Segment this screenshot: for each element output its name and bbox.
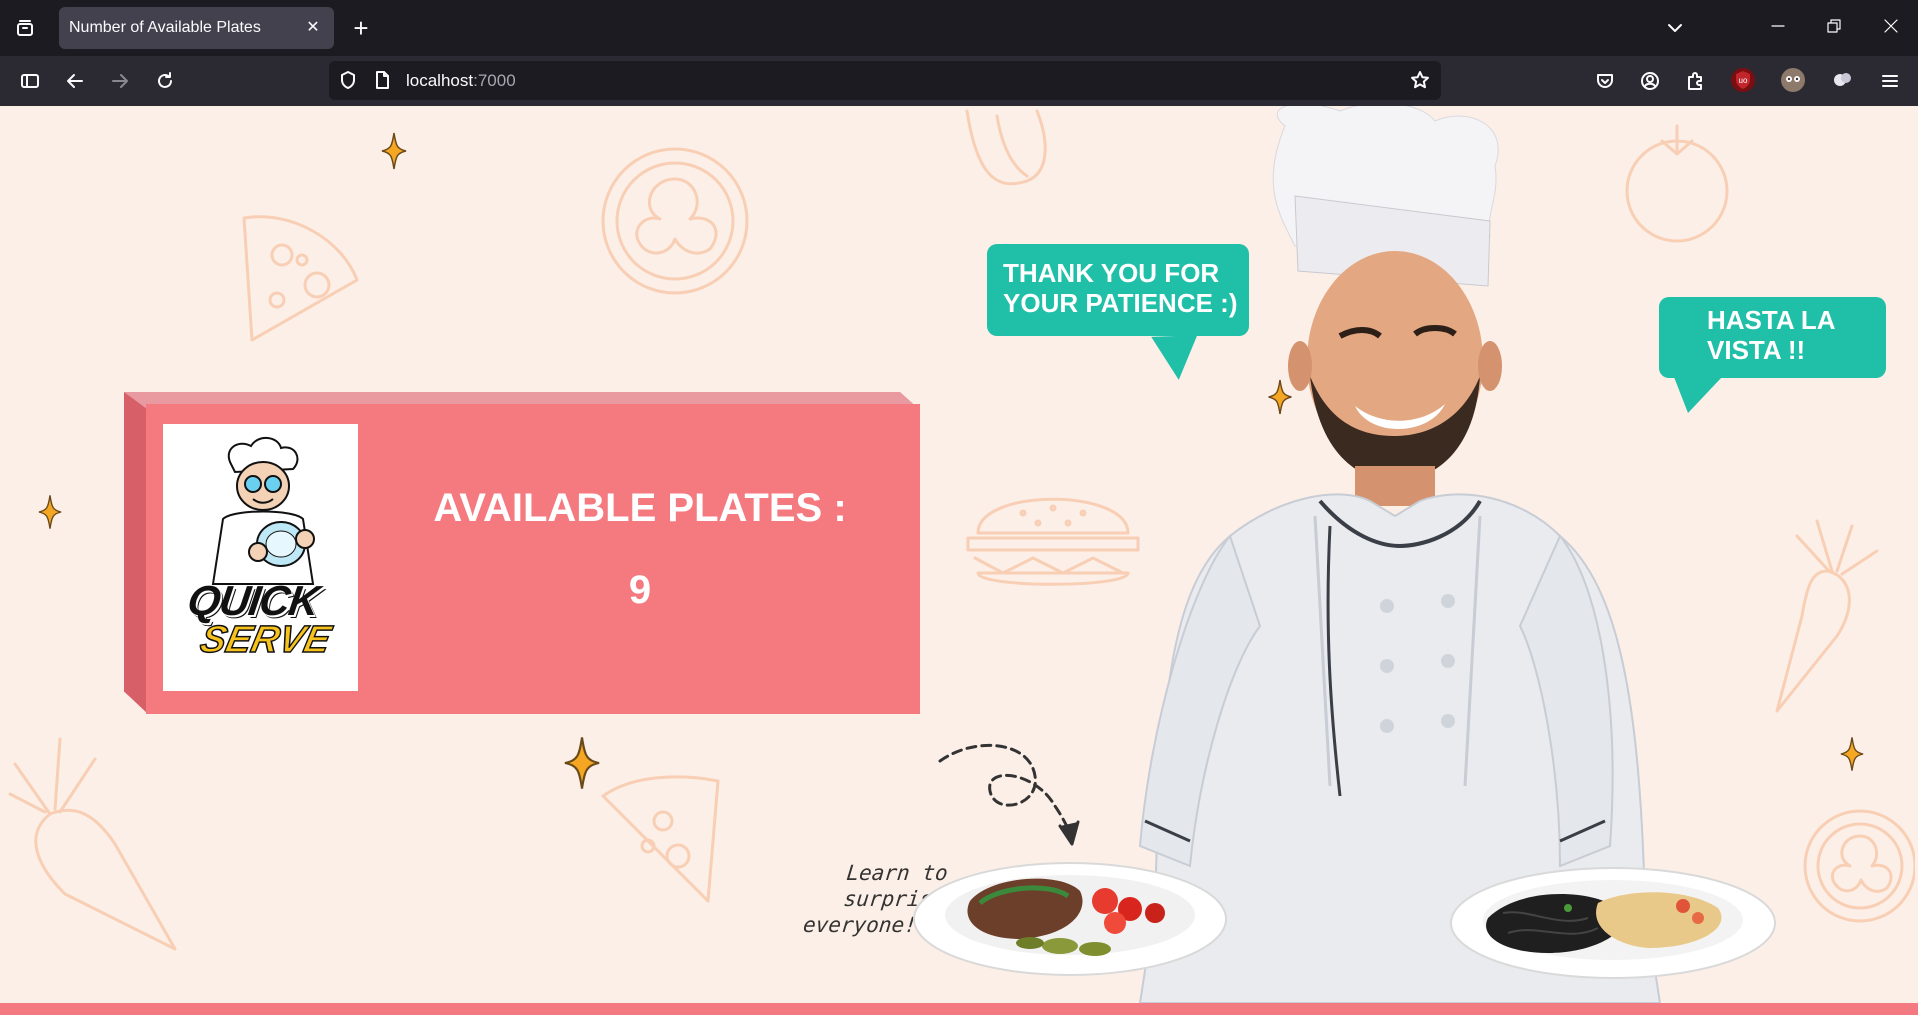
account-icon[interactable] (1636, 67, 1664, 95)
sparkle-icon (563, 736, 601, 790)
available-plates-label: AVAILABLE PLATES : (433, 486, 847, 530)
extensions-icon[interactable] (1681, 67, 1709, 95)
tab-active[interactable]: Number of Available Plates ✕ (59, 7, 334, 49)
back-icon[interactable] (61, 67, 89, 95)
speech-bubble-tail (1674, 377, 1722, 413)
url-bar[interactable]: localhost:7000 (329, 61, 1441, 100)
tab-bar: Number of Available Plates ✕ + (0, 0, 1918, 56)
logo-text-serve: SERVE (196, 618, 335, 662)
pocket-icon[interactable] (1591, 67, 1619, 95)
url-text[interactable]: localhost:7000 (406, 71, 516, 91)
extension-puzzle-icon[interactable] (1831, 68, 1855, 92)
pizza-slice-doodle-2 (598, 766, 723, 906)
shield-icon[interactable] (334, 66, 362, 94)
minimize-icon[interactable] (1764, 12, 1792, 40)
svg-text:uo: uo (1739, 76, 1748, 85)
counter-box-side (124, 392, 148, 714)
bubble-thanks-line-2: YOUR PATIENCE :) (1003, 288, 1238, 318)
tab-title: Number of Available Plates (69, 19, 261, 36)
pasta-plate-image (1450, 867, 1776, 979)
tab-list-icon[interactable] (11, 14, 39, 42)
quickserve-logo: QUICK SERVE (163, 424, 358, 691)
pizza-slice-doodle (232, 210, 362, 345)
speech-bubble-thanks: THANK YOU FOR YOUR PATIENCE :) (987, 244, 1249, 336)
available-plates-count: 9 (628, 568, 652, 612)
bubble-thanks-line-1: THANK YOU FOR (1003, 258, 1220, 288)
forward-icon[interactable] (106, 67, 134, 95)
bubble-hasta-line-1: HASTA LA (1707, 305, 1836, 335)
menu-icon[interactable] (1876, 67, 1904, 95)
page-content: Learn to surprise everyone!!! THANK YOU … (0, 106, 1918, 1015)
sparkle-icon (38, 494, 62, 530)
speech-bubble-tail (1151, 335, 1199, 381)
new-tab-icon[interactable]: + (347, 14, 375, 42)
tomato-slice-doodle-2 (1800, 806, 1917, 926)
tomato-slice-doodle (598, 144, 753, 299)
ublock-icon[interactable]: uo (1731, 68, 1755, 92)
sidebar-icon[interactable] (16, 67, 44, 95)
carrot-doodle-2 (5, 734, 180, 954)
chevron-down-icon[interactable] (1661, 14, 1689, 42)
logo-text-quick: QUICK (184, 577, 322, 624)
speech-bubble-hasta: HASTA LA VISTA !! (1659, 297, 1886, 378)
star-icon[interactable] (1406, 66, 1434, 94)
sparkle-icon (381, 132, 407, 170)
page-icon[interactable] (368, 66, 396, 94)
window-close-icon[interactable] (1877, 12, 1905, 40)
bottom-strip (0, 1003, 1918, 1015)
sparkle-icon (1840, 736, 1864, 772)
bubble-hasta-line-2: VISTA !! (1707, 335, 1806, 365)
restore-icon[interactable] (1820, 12, 1848, 40)
avatar-icon[interactable] (1781, 68, 1805, 92)
steak-plate-image (913, 862, 1227, 976)
close-icon[interactable]: ✕ (300, 14, 326, 40)
reload-icon[interactable] (151, 67, 179, 95)
